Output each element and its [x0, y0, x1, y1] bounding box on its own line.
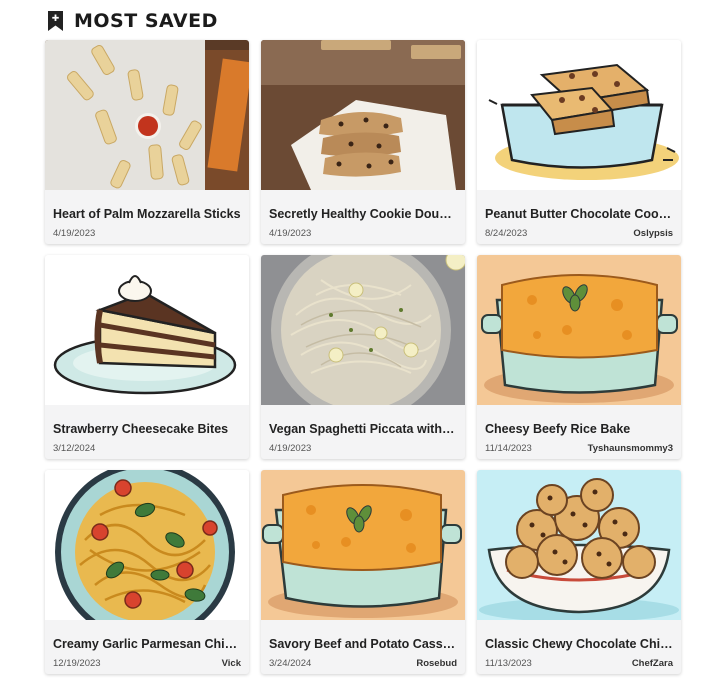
recipe-author[interactable]: ChefZara [632, 658, 673, 669]
recipe-grid: Heart of Palm Mozzarella Sticks 4/19/202… [45, 40, 681, 674]
recipe-date: 4/19/2023 [269, 228, 312, 239]
recipe-author[interactable]: Vick [222, 658, 241, 669]
recipe-image[interactable] [45, 470, 249, 620]
recipe-date: 3/24/2024 [269, 658, 312, 669]
recipe-date: 4/19/2023 [53, 228, 96, 239]
recipe-card[interactable]: Savory Beef and Potato Casserole 3/24/20… [261, 470, 465, 674]
section-header: MOST SAVED [47, 9, 218, 33]
recipe-author[interactable]: Tyshaunsmommy3 [588, 443, 673, 454]
recipe-image[interactable] [261, 470, 465, 620]
recipe-card[interactable]: Peanut Butter Chocolate Cookie Bars 8/24… [477, 40, 681, 244]
recipe-card[interactable]: Cheesy Beefy Rice Bake 11/14/2023 Tyshau… [477, 255, 681, 459]
recipe-card[interactable]: Classic Chewy Chocolate Chip Cookies 11/… [477, 470, 681, 674]
recipe-title[interactable]: Cheesy Beefy Rice Bake [485, 422, 673, 436]
recipe-title[interactable]: Creamy Garlic Parmesan Chicken Pasta [53, 637, 241, 651]
section-title: MOST SAVED [74, 10, 218, 32]
recipe-date: 12/19/2023 [53, 658, 101, 669]
recipe-title[interactable]: Heart of Palm Mozzarella Sticks [53, 207, 241, 221]
recipe-title[interactable]: Vegan Spaghetti Piccata with Lemon [269, 422, 457, 436]
recipe-author[interactable]: Rosebud [416, 658, 457, 669]
recipe-date: 11/14/2023 [485, 443, 532, 454]
recipe-card[interactable]: Heart of Palm Mozzarella Sticks 4/19/202… [45, 40, 249, 244]
recipe-image[interactable] [477, 40, 681, 190]
recipe-image[interactable] [477, 255, 681, 405]
recipe-card[interactable]: Secretly Healthy Cookie Dough Bars 4/19/… [261, 40, 465, 244]
recipe-image[interactable] [45, 40, 249, 190]
recipe-title[interactable]: Classic Chewy Chocolate Chip Cookies [485, 637, 673, 651]
recipe-card[interactable]: Vegan Spaghetti Piccata with Lemon 4/19/… [261, 255, 465, 459]
recipe-date: 4/19/2023 [269, 443, 312, 454]
recipe-image[interactable] [477, 470, 681, 620]
recipe-title[interactable]: Savory Beef and Potato Casserole [269, 637, 457, 651]
recipe-title[interactable]: Strawberry Cheesecake Bites [53, 422, 241, 436]
recipe-title[interactable]: Secretly Healthy Cookie Dough Bars [269, 207, 457, 221]
recipe-image[interactable] [261, 40, 465, 190]
recipe-title[interactable]: Peanut Butter Chocolate Cookie Bars [485, 207, 673, 221]
recipe-card[interactable]: Creamy Garlic Parmesan Chicken Pasta 12/… [45, 470, 249, 674]
recipe-image[interactable] [45, 255, 249, 405]
recipe-author[interactable]: Oslypsis [633, 228, 673, 239]
recipe-image[interactable] [261, 255, 465, 405]
recipe-date: 3/12/2024 [53, 443, 96, 454]
recipe-date: 8/24/2023 [485, 228, 528, 239]
recipe-date: 11/13/2023 [485, 658, 532, 669]
bookmark-plus-icon [48, 11, 63, 31]
recipe-card[interactable]: Strawberry Cheesecake Bites 3/12/2024 [45, 255, 249, 459]
